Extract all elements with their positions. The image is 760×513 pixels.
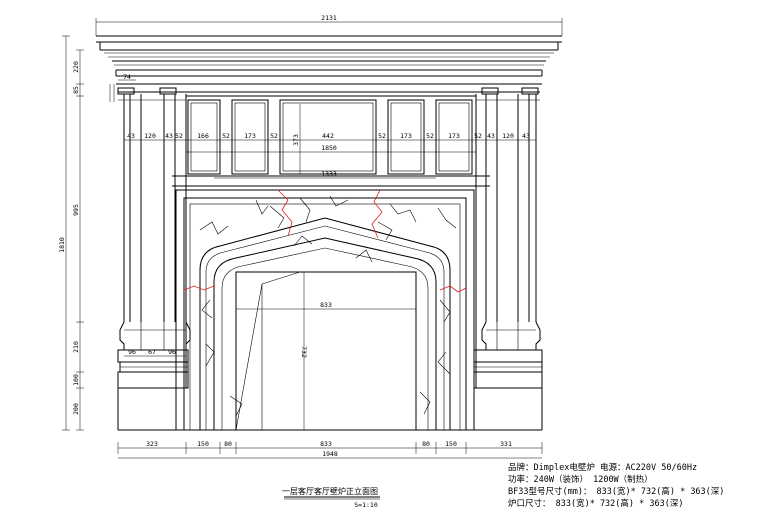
dim-74-label: 74	[123, 73, 131, 81]
dim-overall-label: 2131	[321, 14, 337, 22]
dim-row-13: 52	[474, 132, 482, 140]
dim-bottom-2: 80	[224, 440, 232, 448]
dim-732-label: 732	[300, 346, 308, 358]
drawing-caption: 一层客厅客厅壁炉正立面图 S=1:10	[282, 486, 380, 509]
dim-base-1: 67	[148, 348, 156, 356]
dim-bottom-5: 150	[445, 440, 457, 448]
dim-bottom-4: 80	[422, 440, 430, 448]
cornice	[96, 35, 562, 93]
dim-left-3: 210	[72, 341, 80, 353]
dim-small-side	[109, 84, 115, 102]
spec-line-0: 品牌：Dimplex电壁炉 电源：AC220V 50/60Hz	[508, 462, 697, 473]
dim-left-1: 85	[72, 86, 80, 94]
dim-1850: 1850	[186, 144, 476, 153]
caption-title: 一层客厅客厅壁炉正立面图	[282, 486, 378, 496]
dim-373: 373	[292, 104, 301, 174]
dim-row-12: 173	[448, 132, 460, 140]
dim-left-4: 100	[72, 374, 80, 386]
dim-left-2: 995	[72, 204, 80, 216]
spec-line-1: 功率：240W（装饰） 1200W（制热）	[508, 474, 653, 485]
dim-bottom-total: 1948	[118, 450, 542, 459]
dim-row-6: 173	[244, 132, 256, 140]
dim-bottom-1: 150	[197, 440, 209, 448]
dim-row-16: 43	[522, 132, 530, 140]
dim-base-left: 96 67 96	[124, 348, 186, 357]
dim-left-chain: 220 85 995 210 100 200	[72, 49, 84, 431]
dim-row-7: 52	[270, 132, 278, 140]
dim-bottom-6: 331	[500, 440, 512, 448]
marble-surround	[175, 189, 475, 431]
dim-row-4: 166	[197, 132, 209, 140]
dim-row-0: 43	[127, 132, 135, 140]
dim-base-0: 96	[128, 348, 136, 356]
dim-row-5: 52	[222, 132, 230, 140]
dim-373-label: 373	[292, 134, 300, 146]
caption-scale: S=1:10	[354, 501, 378, 509]
dim-total-height-label: 1810	[58, 237, 66, 253]
dim-left-5: 200	[72, 403, 80, 415]
dim-overall-width: 2131	[95, 14, 563, 36]
dim-row-15: 120	[502, 132, 514, 140]
dim-row-14: 43	[487, 132, 495, 140]
dim-1850-label: 1850	[321, 144, 337, 152]
dim-opening-width: 833	[236, 301, 416, 310]
dim-74: 74	[118, 73, 136, 81]
dim-left-total: 1810	[58, 35, 70, 431]
dim-bottom-0: 323	[146, 440, 158, 448]
dim-row-1: 120	[144, 132, 156, 140]
dim-row-2: 43	[165, 132, 173, 140]
dim-row-10: 173	[400, 132, 412, 140]
dim-base-2: 96	[168, 348, 176, 356]
dim-1333-label: 1333	[321, 170, 337, 178]
dim-left-0: 220	[72, 61, 80, 73]
spec-line-3: 炉口尺寸： 833(宽)* 732(高) * 363(深)	[508, 498, 683, 509]
dim-row-8: 442	[322, 132, 334, 140]
dim-row-3: 52	[175, 132, 183, 140]
dim-row-9: 52	[378, 132, 386, 140]
dim-bottom-total-label: 1948	[322, 450, 338, 458]
spec-line-2: BF33型号尺寸(mm)： 833(宽)* 732(高) * 363(深)	[508, 486, 724, 497]
dim-opening-height: 732	[300, 272, 308, 430]
dim-opening-label: 833	[320, 301, 332, 309]
dim-bottom-3: 833	[320, 440, 332, 448]
dim-row-11: 52	[426, 132, 434, 140]
fireplace-elevation-drawing: 2131 74 43 120 43 52 166 52 173 52 442 5…	[58, 14, 724, 509]
spec-notes: 品牌：Dimplex电壁炉 电源：AC220V 50/60Hz 功率：240W（…	[508, 462, 724, 509]
